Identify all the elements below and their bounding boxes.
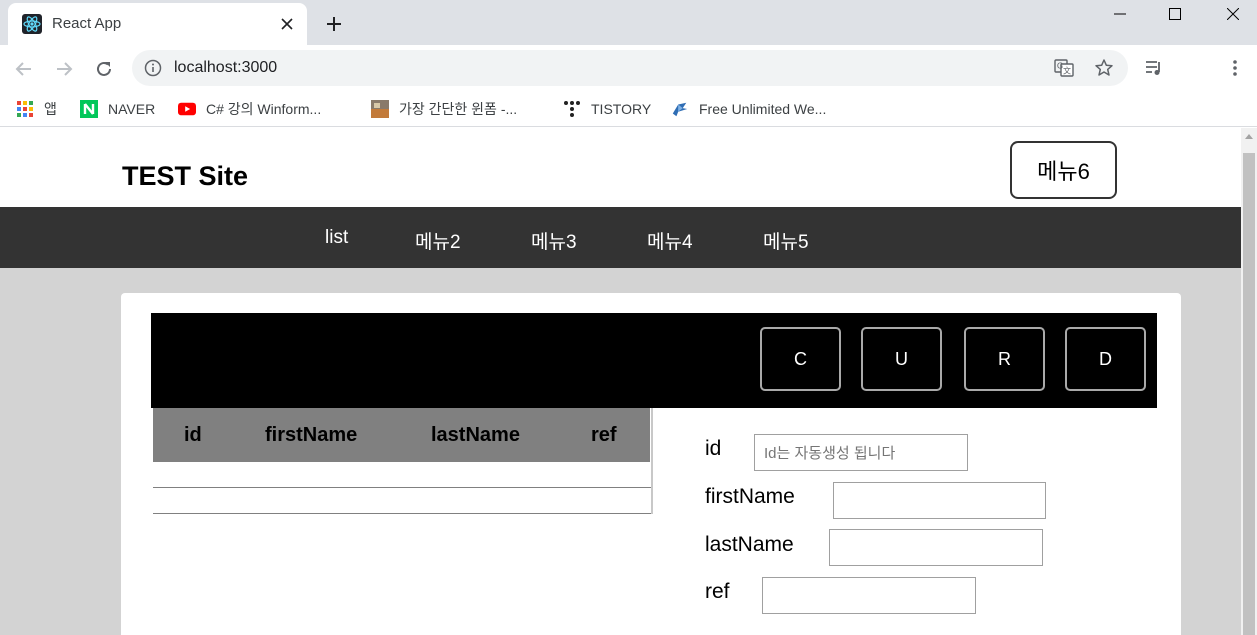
page-scrollbar[interactable] [1241,128,1257,635]
browser-tabstrip: React App [0,0,1257,45]
bookmark-label: C# 강의 Winform... [206,101,322,117]
arrow-right-icon [57,62,73,76]
svg-text:G: G [1057,62,1063,71]
minimize-button[interactable] [1097,0,1143,28]
plus-icon [327,17,341,31]
browser-tab[interactable]: React App [8,3,307,45]
arrow-left-icon [15,62,31,76]
id-label: id [705,437,722,460]
bookmark-apps[interactable]: 앱 [16,98,57,120]
bookmark-label: Free Unlimited We... [699,101,827,117]
lastname-field[interactable] [829,529,1043,566]
scroll-thumb[interactable] [1243,153,1255,635]
browser-toolbar: localhost:3000 文G [0,45,1257,91]
more-menu-icon[interactable] [1224,57,1246,79]
table-row-divider [153,487,651,488]
close-icon [1227,8,1239,20]
nav-item-menu5[interactable]: 메뉴5 [763,227,809,254]
column-header-id: id [184,424,202,446]
bookmark-label: 가장 간단한 윈폼 -... [399,101,518,117]
reload-icon [97,61,111,76]
translate-icon[interactable]: 文G [1054,58,1074,78]
star-icon[interactable] [1094,58,1114,78]
page-viewport: TEST Site 메뉴6 list 메뉴2 메뉴3 메뉴4 메뉴5 C U R… [0,128,1241,635]
ref-label: ref [705,580,730,603]
bird-icon [671,100,689,118]
maximize-button[interactable] [1152,0,1198,28]
data-table: id firstName lastName ref [153,408,653,514]
back-button[interactable] [8,53,40,85]
naver-icon [80,100,98,118]
create-button[interactable]: C [760,327,841,391]
svg-text:文: 文 [1063,66,1071,76]
nav-item-menu3[interactable]: 메뉴3 [531,227,577,254]
apps-grid-icon [16,100,34,118]
react-icon [22,14,42,34]
bookmark-label: TISTORY [591,101,652,117]
read-button[interactable]: R [964,327,1045,391]
lastname-label: lastName [705,533,794,556]
ref-field[interactable] [762,577,976,614]
firstname-field[interactable] [833,482,1046,519]
maximize-icon [1169,8,1181,20]
tab-title: React App [52,15,122,32]
crud-toolbar: C U R D [151,313,1157,408]
menu6-button[interactable]: 메뉴6 [1010,141,1117,199]
site-title: TEST Site [122,161,249,191]
minimize-icon [1114,13,1126,15]
update-button[interactable]: U [861,327,942,391]
bookmark-label: 앱 [44,101,57,117]
table-header: id firstName lastName ref [153,408,650,462]
address-bar[interactable]: localhost:3000 文G [132,50,1128,86]
bookmark-winform[interactable]: 가장 간단한 윈폼 -... [371,98,517,120]
bookmark-tistory[interactable]: TISTORY [563,98,651,120]
reload-button[interactable] [88,53,120,85]
youtube-icon [178,100,196,118]
table-row-divider [153,513,651,514]
bookmark-naver[interactable]: NAVER [80,98,155,120]
window-close-button[interactable] [1210,0,1256,28]
media-queue-icon[interactable] [1143,57,1165,79]
bookmark-youtube[interactable]: C# 강의 Winform... [178,98,321,120]
tistory-icon [563,100,581,118]
column-header-lastname: lastName [431,424,520,446]
info-icon[interactable] [144,59,162,77]
bookmark-label: NAVER [108,101,156,117]
nav-item-menu2[interactable]: 메뉴2 [415,227,461,254]
content-card: C U R D id firstName lastName ref id Id는… [121,293,1181,635]
url-text: localhost:3000 [174,59,278,76]
column-header-ref: ref [591,424,617,446]
new-tab-button[interactable] [318,8,350,40]
delete-button[interactable]: D [1065,327,1146,391]
image-favicon-icon [371,100,389,118]
site-nav: list 메뉴2 메뉴3 메뉴4 메뉴5 [0,207,1241,268]
bookmark-free-unlimited[interactable]: Free Unlimited We... [671,98,826,120]
scroll-up-arrow-icon[interactable] [1245,134,1253,139]
nav-item-menu4[interactable]: 메뉴4 [647,227,693,254]
bookmarks-bar: 앱 NAVER C# 강의 Winform... 가장 간단한 윈폼 -... … [0,91,1257,127]
close-icon[interactable] [276,13,298,35]
id-field[interactable]: Id는 자동생성 됩니다 [754,434,968,471]
site-header: TEST Site 메뉴6 [0,128,1241,207]
forward-button[interactable] [48,53,80,85]
nav-item-list[interactable]: list [325,227,348,249]
column-header-firstname: firstName [265,424,358,446]
firstname-label: firstName [705,485,795,508]
